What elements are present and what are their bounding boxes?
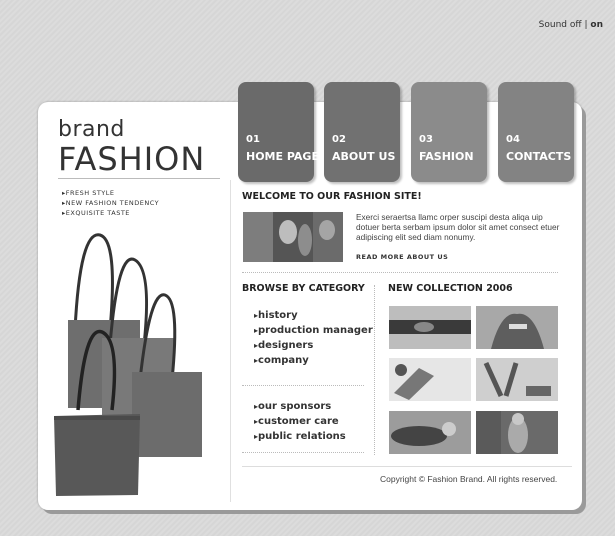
collection-thumbnail[interactable]: [476, 306, 558, 349]
sound-off-link[interactable]: off: [570, 20, 582, 30]
collection-thumbnail[interactable]: [389, 411, 471, 454]
tagline-item: EXQUISITE TASTE: [62, 208, 159, 218]
service-divider: [242, 452, 364, 453]
welcome-photo: [243, 212, 343, 262]
category-list: history production manager designers com…: [254, 308, 373, 368]
logo-fashion-text: FASHION: [58, 140, 206, 178]
collection-thumbnail[interactable]: [476, 358, 558, 401]
collection-thumbnail[interactable]: [389, 306, 471, 349]
link-public-relations[interactable]: public relations: [254, 429, 346, 444]
brand-logo[interactable]: brand FASHION: [58, 117, 206, 178]
welcome-paragraph: Exerci seraertsa llamc orper suscipi des…: [356, 212, 560, 242]
collection-thumbnail[interactable]: [389, 358, 471, 401]
tab-home-page[interactable]: 01 HOME PAGE: [238, 82, 319, 182]
sound-label: Sound: [538, 20, 568, 30]
sound-on-link[interactable]: on: [590, 20, 603, 30]
sound-toggle: Sound off | on: [539, 20, 603, 30]
handbags-image: [54, 233, 202, 496]
collection-heading: NEW COLLECTION 2006: [388, 283, 513, 294]
category-link-company[interactable]: company: [254, 353, 373, 368]
tab-label: CONTACTS: [506, 150, 572, 163]
logo-divider: [58, 178, 220, 179]
left-column-divider: [230, 180, 231, 502]
tab-number: 02: [332, 134, 346, 145]
tagline-list: FRESH STYLE NEW FASHION TENDENCY EXQUISI…: [62, 188, 159, 218]
welcome-heading: WELCOME TO OUR FASHION SITE!: [242, 191, 422, 202]
tab-label: HOME PAGE: [246, 150, 319, 163]
category-link-designers[interactable]: designers: [254, 338, 373, 353]
tab-about-us[interactable]: 02 ABOUT US: [324, 82, 400, 182]
category-link-production-manager[interactable]: production manager: [254, 323, 373, 338]
category-divider: [242, 385, 364, 386]
link-customer-care[interactable]: customer care: [254, 414, 346, 429]
tagline-item: FRESH STYLE: [62, 188, 159, 198]
tab-number: 03: [419, 134, 433, 145]
tab-label: ABOUT US: [332, 150, 396, 163]
section-divider: [242, 272, 558, 273]
tagline-item: NEW FASHION TENDENCY: [62, 198, 159, 208]
tab-number: 04: [506, 134, 520, 145]
tab-contacts[interactable]: 04 CONTACTS: [498, 82, 574, 182]
read-more-link[interactable]: READ MORE ABOUT US: [356, 253, 448, 261]
collection-thumbnail[interactable]: [476, 411, 558, 454]
service-list: our sponsors customer care public relati…: [254, 399, 346, 444]
tab-fashion[interactable]: 03 FASHION: [411, 82, 487, 182]
column-divider: [374, 285, 375, 455]
browse-heading: BROWSE BY CATEGORY: [242, 283, 365, 294]
tab-label: FASHION: [419, 150, 474, 163]
logo-brand-text: brand: [58, 117, 125, 142]
category-link-history[interactable]: history: [254, 308, 373, 323]
tab-number: 01: [246, 134, 260, 145]
sound-separator: |: [584, 20, 588, 30]
copyright-text: Copyright © Fashion Brand. All rights re…: [380, 474, 558, 484]
link-our-sponsors[interactable]: our sponsors: [254, 399, 346, 414]
footer-divider: [242, 466, 572, 467]
